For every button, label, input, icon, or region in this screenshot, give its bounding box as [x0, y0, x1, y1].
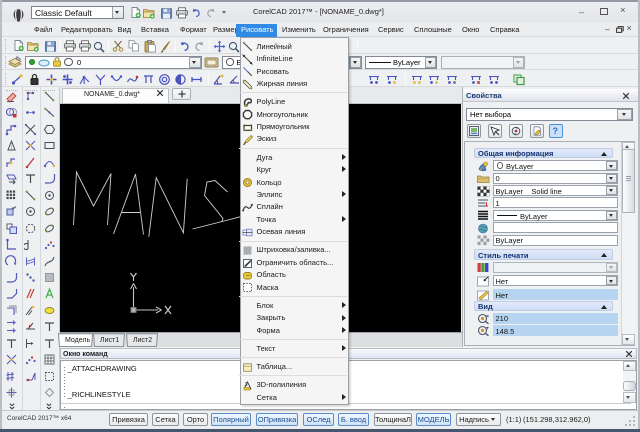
svg-text:3: 3: [245, 382, 248, 388]
